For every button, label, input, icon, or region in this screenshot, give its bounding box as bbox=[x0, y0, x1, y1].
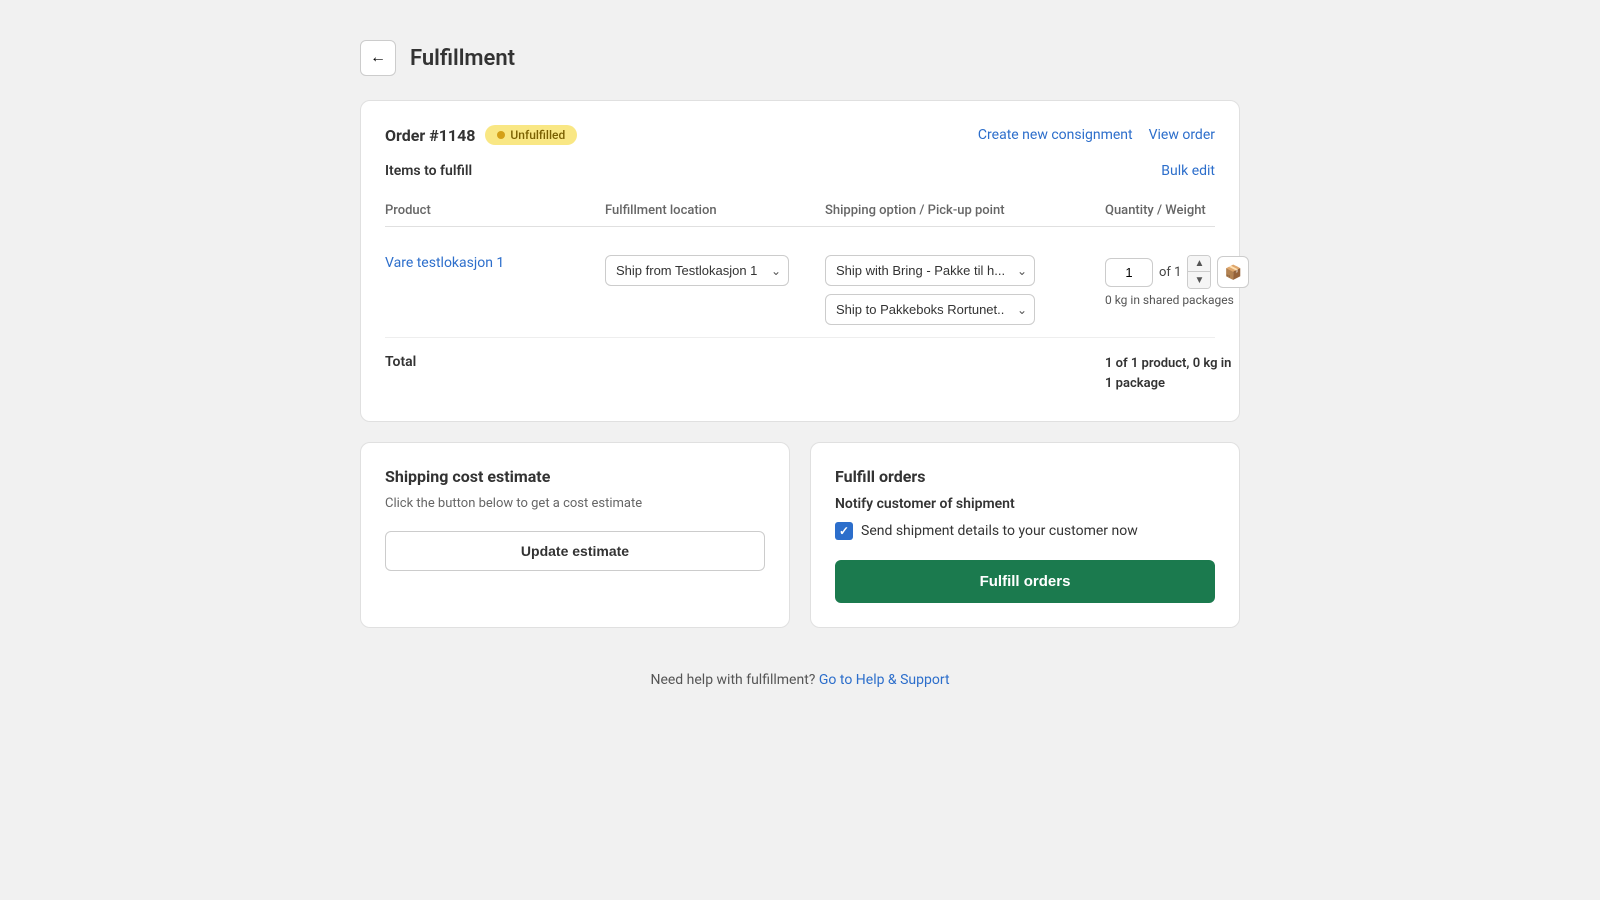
bulk-edit-button[interactable]: Bulk edit bbox=[1161, 163, 1215, 179]
total-row: Total 1 of 1 product, 0 kg in 1 package bbox=[385, 338, 1215, 397]
back-arrow-icon: ← bbox=[370, 49, 386, 67]
back-button[interactable]: ← bbox=[360, 40, 396, 76]
shared-packages-text: 0 kg in shared packages bbox=[1105, 293, 1285, 307]
stepper-down-button[interactable]: ▼ bbox=[1188, 272, 1210, 288]
fulfill-orders-title: Fulfill orders bbox=[835, 467, 1215, 486]
create-consignment-link[interactable]: Create new consignment bbox=[978, 127, 1133, 143]
badge-dot-icon bbox=[497, 131, 505, 139]
shipping-estimate-desc: Click the button below to get a cost est… bbox=[385, 496, 765, 511]
quantity-input[interactable] bbox=[1105, 258, 1153, 287]
help-support-link[interactable]: Go to Help & Support bbox=[819, 672, 950, 688]
total-label: Total bbox=[385, 354, 605, 393]
footer-help: Need help with fulfillment? Go to Help &… bbox=[360, 672, 1240, 688]
fulfillment-location-select[interactable]: Ship from Testlokasjon 1 bbox=[605, 255, 789, 286]
notify-label: Send shipment details to your customer n… bbox=[861, 523, 1138, 539]
notify-checkbox[interactable] bbox=[835, 522, 853, 540]
shipping-estimate-title: Shipping cost estimate bbox=[385, 467, 765, 486]
col-quantity-weight: Quantity / Weight bbox=[1105, 203, 1285, 218]
fulfill-orders-button[interactable]: Fulfill orders bbox=[835, 560, 1215, 603]
update-estimate-button[interactable]: Update estimate bbox=[385, 531, 765, 571]
stepper-up-button[interactable]: ▲ bbox=[1188, 256, 1210, 272]
table-header: Product Fulfillment location Shipping op… bbox=[385, 195, 1215, 227]
help-text: Need help with fulfillment? bbox=[650, 672, 815, 688]
badge-label: Unfulfilled bbox=[510, 128, 565, 142]
quantity-stepper[interactable]: ▲ ▼ bbox=[1187, 255, 1211, 289]
unfulfilled-badge: Unfulfilled bbox=[485, 125, 577, 145]
col-product: Product bbox=[385, 203, 605, 218]
total-value-line2: 1 package bbox=[1105, 374, 1285, 394]
col-fulfillment-location: Fulfillment location bbox=[605, 203, 825, 218]
col-shipping-option: Shipping option / Pick-up point bbox=[825, 203, 1105, 218]
total-value-line1: 1 of 1 product, 0 kg in bbox=[1105, 354, 1285, 374]
page-title: Fulfillment bbox=[410, 46, 515, 71]
shipping-option-select[interactable]: Ship with Bring - Pakke til h... bbox=[825, 255, 1035, 286]
items-to-fulfill-title: Items to fulfill bbox=[385, 163, 472, 179]
order-card: Order #1148 Unfulfilled Create new consi… bbox=[360, 100, 1240, 422]
order-number: Order #1148 bbox=[385, 126, 475, 145]
package-icon-button[interactable]: 📦 bbox=[1217, 256, 1249, 288]
pickup-point-select[interactable]: Ship to Pakkeboks Rortunet... bbox=[825, 294, 1035, 325]
shipping-estimate-card: Shipping cost estimate Click the button … bbox=[360, 442, 790, 628]
quantity-weight-cell: of 1 ▲ ▼ 📦 0 kg in shared packages bbox=[1105, 255, 1285, 307]
shipping-option-cell: Ship with Bring - Pakke til h... ⌄ Ship … bbox=[825, 255, 1035, 325]
product-cell: Vare testlokasjon 1 bbox=[385, 255, 605, 271]
notify-customer-title: Notify customer of shipment bbox=[835, 496, 1215, 512]
fulfill-orders-card: Fulfill orders Notify customer of shipme… bbox=[810, 442, 1240, 628]
view-order-link[interactable]: View order bbox=[1149, 127, 1215, 143]
product-name-link[interactable]: Vare testlokasjon 1 bbox=[385, 255, 504, 271]
fulfillment-location-cell: Ship from Testlokasjon 1 ⌄ bbox=[605, 255, 825, 286]
of-total-text: of 1 bbox=[1159, 265, 1181, 280]
package-icon: 📦 bbox=[1225, 264, 1242, 281]
table-row: Vare testlokasjon 1 Ship from Testlokasj… bbox=[385, 243, 1215, 338]
